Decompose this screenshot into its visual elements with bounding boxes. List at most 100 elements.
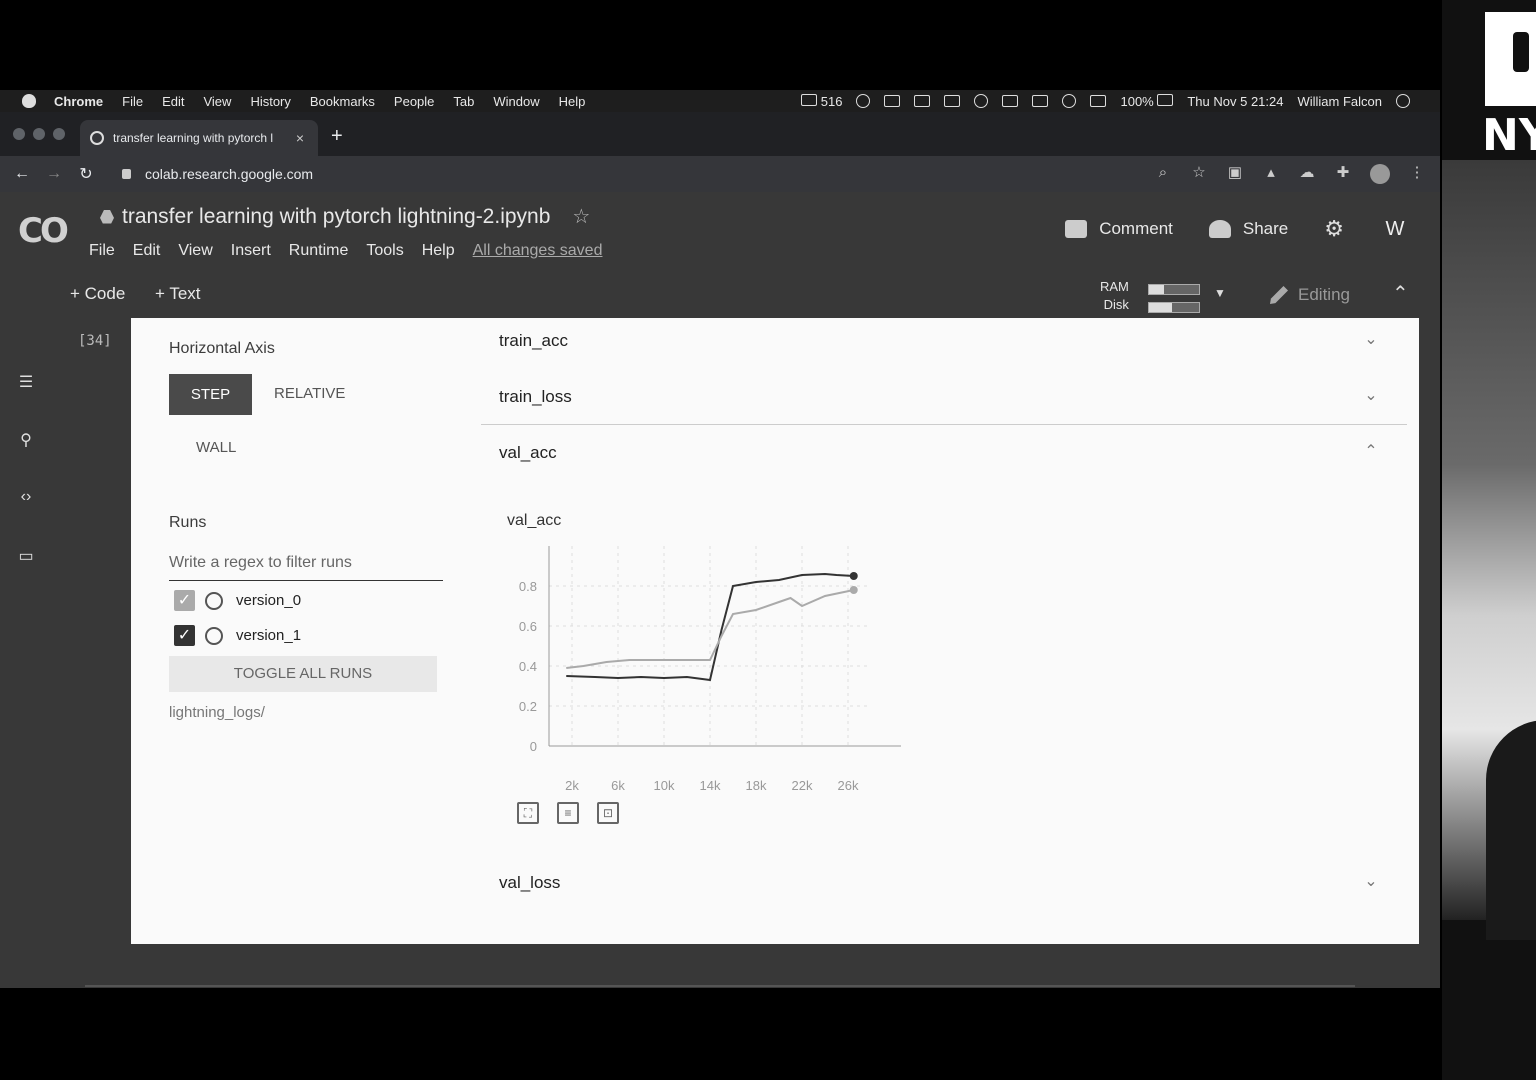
star-icon[interactable]: ☆ xyxy=(572,204,590,229)
code-snippets-icon[interactable]: ‹› xyxy=(16,488,36,506)
maximize-window-button[interactable] xyxy=(53,128,65,140)
tab-close-icon[interactable]: × xyxy=(292,130,308,146)
browser-toolbar: ← → ↻ colab.research.google.com ⌕ ☆ ▣ ▴ … xyxy=(0,156,1440,192)
drive-icon[interactable] xyxy=(100,209,114,224)
new-tab-button[interactable]: + xyxy=(331,126,343,146)
chevron-down-icon[interactable]: ⌄ xyxy=(1359,329,1383,353)
close-window-button[interactable] xyxy=(13,128,25,140)
lock-extension-icon[interactable]: ▴ xyxy=(1262,164,1280,182)
moon-icon[interactable] xyxy=(974,94,989,108)
menu-view[interactable]: View xyxy=(203,94,231,109)
keyboard-icon[interactable] xyxy=(944,95,961,107)
nb-menu-tools[interactable]: Tools xyxy=(366,242,403,260)
chevron-up-icon[interactable]: ⌃ xyxy=(1359,441,1383,465)
run-row-version-0: ✓ version_0 xyxy=(174,590,301,611)
nb-menu-edit[interactable]: Edit xyxy=(133,242,161,260)
resources-labels[interactable]: RAM Disk xyxy=(1100,278,1129,314)
menu-people[interactable]: People xyxy=(394,94,434,109)
axis-relative-button[interactable]: RELATIVE xyxy=(274,385,345,402)
menu-help[interactable]: Help xyxy=(559,94,586,109)
editing-mode-button[interactable]: Editing xyxy=(1270,285,1350,305)
pane-val-acc[interactable]: val_acc ⌃ xyxy=(481,432,1409,472)
menu-bookmarks[interactable]: Bookmarks xyxy=(310,94,375,109)
fullscreen-icon[interactable]: ⛶ xyxy=(517,802,539,824)
run-radio-version-1[interactable] xyxy=(205,626,223,645)
battery-status[interactable]: 100% xyxy=(1120,93,1174,109)
pane-train-acc[interactable]: train_acc ⌄ xyxy=(481,320,1409,360)
run-checkbox-version-1[interactable]: ✓ xyxy=(174,625,195,646)
horizontal-scrollbar[interactable] xyxy=(85,985,1355,987)
menu-history[interactable]: History xyxy=(250,94,290,109)
nb-menu-view[interactable]: View xyxy=(178,242,212,260)
run-checkbox-version-0[interactable]: ✓ xyxy=(174,590,195,611)
account-avatar[interactable]: W xyxy=(1380,218,1410,241)
nb-menu-file[interactable]: File xyxy=(89,242,115,260)
share-button[interactable]: Share xyxy=(1208,219,1288,239)
notebook-menu: File Edit View Insert Runtime Tools Help… xyxy=(89,242,602,260)
run-label-version-1: version_1 xyxy=(236,627,302,644)
save-status[interactable]: All changes saved xyxy=(473,242,603,260)
apple-icon[interactable] xyxy=(22,94,36,108)
cloud-extension-icon[interactable]: ☁ xyxy=(1298,164,1316,182)
notebook-title[interactable]: transfer learning with pytorch lightning… xyxy=(122,205,550,229)
nb-menu-help[interactable]: Help xyxy=(422,242,455,260)
airplay-icon[interactable] xyxy=(1032,95,1049,107)
pane-train-loss[interactable]: train_loss ⌄ xyxy=(481,376,1409,416)
mail-status[interactable]: 516 xyxy=(801,93,842,109)
folder-icon[interactable]: ▭ xyxy=(16,546,36,565)
comment-button[interactable]: Comment xyxy=(1065,219,1173,239)
nb-menu-insert[interactable]: Insert xyxy=(231,242,271,260)
browser-tab[interactable]: transfer learning with pytorch l × xyxy=(80,120,318,156)
minimize-window-button[interactable] xyxy=(33,128,45,140)
dropbox-icon[interactable] xyxy=(884,95,901,107)
bookmark-star-icon[interactable]: ☆ xyxy=(1190,164,1208,182)
nb-menu-runtime[interactable]: Runtime xyxy=(289,242,349,260)
gear-icon[interactable]: ⚙ xyxy=(1324,216,1344,242)
search-icon[interactable]: ⚲ xyxy=(16,430,36,449)
toggle-log-scale-icon[interactable]: ≡ xyxy=(557,802,579,824)
val-acc-chart[interactable]: 2k 6k 10k 14k 18k 22k 26k 0 0.2 0.4 0.6 0.8 xyxy=(511,538,931,798)
fit-domain-icon[interactable]: ⊡ xyxy=(597,802,619,824)
add-code-button[interactable]: + Code xyxy=(70,284,125,304)
glasses-icon[interactable] xyxy=(1002,95,1019,107)
volume-icon[interactable] xyxy=(1090,95,1107,107)
cloud-icon[interactable] xyxy=(856,94,871,108)
colab-favicon-icon xyxy=(90,131,104,145)
collapse-header-icon[interactable]: ⌃ xyxy=(1392,281,1409,306)
extension-icon[interactable]: ▣ xyxy=(1226,164,1244,182)
menu-window[interactable]: Window xyxy=(493,94,539,109)
wifi-icon[interactable] xyxy=(1062,94,1077,108)
forward-icon[interactable]: → xyxy=(38,165,70,183)
toggle-all-runs-button[interactable]: TOGGLE ALL RUNS xyxy=(169,656,437,692)
tensorboard-output: Horizontal Axis STEP RELATIVE WALL Runs … xyxy=(131,318,1419,944)
spotlight-search-icon[interactable] xyxy=(1396,94,1410,108)
puzzle-icon[interactable]: ✚ xyxy=(1334,164,1352,182)
run-radio-version-0[interactable] xyxy=(205,591,223,610)
zoom-icon[interactable]: ⌕ xyxy=(1154,164,1172,182)
y-tick-label: 0.2 xyxy=(519,699,537,714)
clock[interactable]: Thu Nov 5 21:24 xyxy=(1187,94,1283,109)
profile-avatar[interactable] xyxy=(1370,164,1390,184)
more-menu-icon[interactable]: ⋮ xyxy=(1408,164,1426,182)
axis-wall-button[interactable]: WALL xyxy=(196,439,236,456)
address-bar[interactable]: colab.research.google.com xyxy=(108,160,1208,188)
menu-file[interactable]: File xyxy=(122,94,143,109)
chevron-down-icon[interactable]: ⌄ xyxy=(1359,385,1383,409)
add-text-button[interactable]: + Text xyxy=(155,284,201,304)
table-of-contents-icon[interactable]: ☰ xyxy=(16,372,36,391)
back-icon[interactable]: ← xyxy=(6,165,38,183)
run-filter-input[interactable]: Write a regex to filter runs xyxy=(169,554,443,581)
macos-menubar: Chrome File Edit View History Bookmarks … xyxy=(0,90,1440,112)
reload-icon[interactable]: ↻ xyxy=(70,164,102,184)
menu-tab[interactable]: Tab xyxy=(453,94,474,109)
user-name[interactable]: William Falcon xyxy=(1297,94,1382,109)
disk-bar-fill xyxy=(1149,303,1172,312)
pane-val-loss[interactable]: val_loss ⌄ xyxy=(481,862,1409,902)
axis-step-button[interactable]: STEP xyxy=(169,374,252,415)
menu-app-chrome[interactable]: Chrome xyxy=(54,94,103,109)
chevron-down-icon[interactable]: ⌄ xyxy=(1359,871,1383,895)
resources-dropdown-icon[interactable]: ▼ xyxy=(1214,286,1226,300)
colab-logo[interactable]: CO xyxy=(18,211,69,251)
menu-edit[interactable]: Edit xyxy=(162,94,184,109)
bluetooth-icon[interactable] xyxy=(914,95,931,107)
